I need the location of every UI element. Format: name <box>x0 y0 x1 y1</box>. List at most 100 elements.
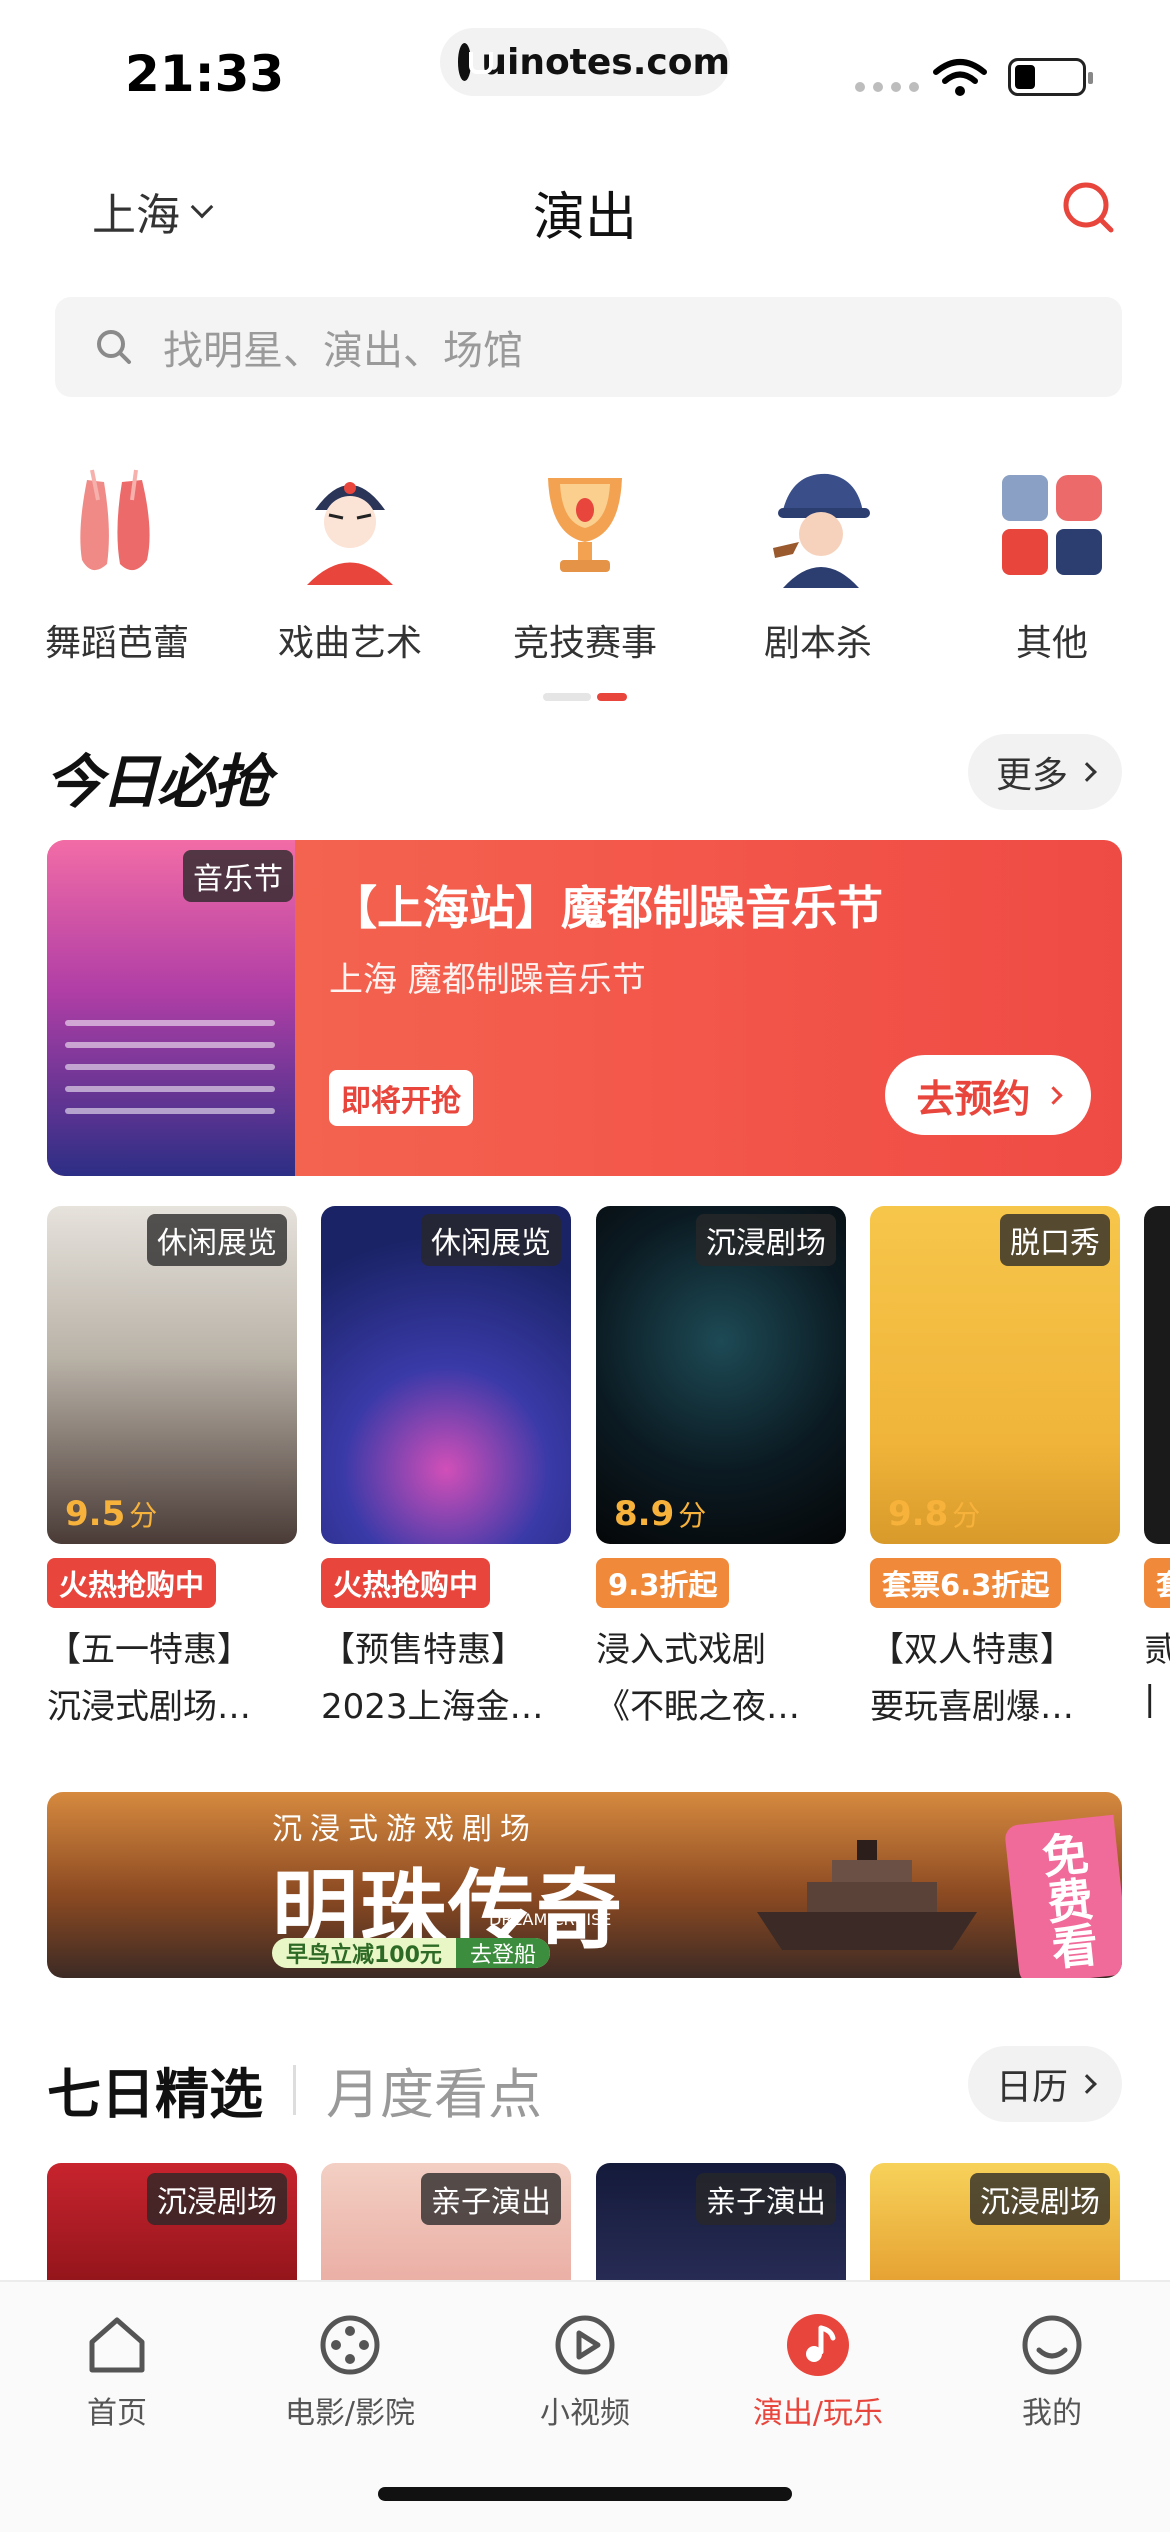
show-card[interactable]: 休闲展览 9.5 分 火热抢购中 【五一特惠】 沉浸式剧场… <box>47 1206 297 1726</box>
opera-mask-icon <box>307 482 393 585</box>
show-title-line1: 【五一特惠】 <box>47 1630 251 1670</box>
weekly-card[interactable]: 亲子演出 <box>321 2163 571 2283</box>
category-tag: 沉浸剧场 <box>696 1214 836 1266</box>
tab-label: 我的 <box>1022 2396 1082 2431</box>
home-indicator <box>378 2487 792 2501</box>
battery-icon <box>1008 58 1093 96</box>
tab-home[interactable]: 首页 <box>17 2312 217 2432</box>
ship-illustration <box>757 1840 977 1950</box>
show-title-line1: 【双人特惠】 <box>870 1630 1074 1670</box>
play-icon <box>555 2315 615 2375</box>
page-indicator <box>543 693 627 701</box>
tab-monthly[interactable]: 月度看点 <box>326 2050 542 2129</box>
featured-show-card[interactable]: 音乐节 【上海站】魔都制躁音乐节 上海 魔都制躁音乐节 即将开抢 去预约 <box>47 840 1122 1176</box>
status-time: 21:33 <box>125 45 285 103</box>
site-logo-icon <box>458 43 494 81</box>
category-label: 舞蹈芭蕾 <box>44 623 189 664</box>
show-title-line2: 要玩喜剧爆… <box>870 1687 1074 1726</box>
featured-subtitle: 上海 魔都制躁音乐节 <box>329 960 646 1000</box>
show-card[interactable]: 脱口秀 9.8 分 套票6.3折起 【双人特惠】 要玩喜剧爆… <box>870 1206 1120 1726</box>
film-reel-icon <box>320 2315 380 2375</box>
calendar-button[interactable]: 日历 <box>968 2046 1122 2122</box>
page-title: 演出 <box>532 188 637 248</box>
show-title-line2: 沉浸式剧场… <box>47 1687 251 1726</box>
category-tag: 脱口秀 <box>1000 1214 1110 1266</box>
show-card[interactable]: 沉浸剧场 8.9 分 9.3折起 浸入式戏剧 《不眠之夜… <box>596 1206 846 1726</box>
show-title-line2: 2023上海金… <box>321 1687 544 1726</box>
category-tag: 沉浸剧场 <box>970 2173 1110 2225</box>
category-label: 剧本杀 <box>763 623 872 664</box>
promo-badge: 火热抢购中 <box>47 1558 217 1608</box>
search-placeholder: 找明星、演出、场馆 <box>163 328 523 374</box>
free-watch-badge[interactable]: 免费看 <box>1003 1814 1122 1978</box>
promo-badge: 套票6.3折起 <box>870 1558 1062 1608</box>
home-icon <box>89 2317 145 2373</box>
banner-promo[interactable]: 早鸟立减100元 去登船 <box>272 1938 550 1968</box>
category-tag: 沉浸剧场 <box>147 2173 287 2225</box>
rating: 9.8 分 <box>888 1494 981 1534</box>
tab-label: 演出/玩乐 <box>752 2396 884 2431</box>
more-button[interactable]: 更多 <box>968 734 1122 810</box>
show-card[interactable]: 休闲展览 火热抢购中 【预售特惠】 2023上海金… <box>321 1206 571 1726</box>
search-icon <box>97 330 131 364</box>
tab-label: 首页 <box>87 2396 147 2431</box>
book-label: 去预约 <box>916 1076 1031 1121</box>
chevron-right-icon <box>1077 762 1097 782</box>
calendar-label: 日历 <box>995 2067 1068 2108</box>
tab-label: 小视频 <box>540 2396 630 2431</box>
url-pill[interactable]: uinotes.com <box>440 28 730 96</box>
category-tag: 休闲展览 <box>147 1214 287 1266</box>
category-ballet[interactable]: 舞蹈芭蕾 <box>17 460 217 666</box>
category-other[interactable]: 其他 <box>952 460 1152 666</box>
show-title-line2: 《不眠之夜… <box>596 1687 800 1726</box>
promo-banner[interactable]: 沉浸式游戏剧场 明珠传奇 DREAM CRUISE 早鸟立减100元 去登船 免… <box>47 1792 1122 1978</box>
show-poster: 脱口秀 9.8 分 <box>870 1206 1120 1544</box>
show-title-line2: | <box>1144 1679 1156 1719</box>
chevron-right-icon <box>1043 1085 1063 1105</box>
book-button[interactable]: 去预约 <box>885 1055 1091 1135</box>
category-label: 戏曲艺术 <box>277 623 422 664</box>
category-tag: 亲子演出 <box>696 2173 836 2225</box>
promo-badge: 9.3折起 <box>596 1558 730 1608</box>
promo-text: 早鸟立减100元 <box>286 1943 442 1968</box>
tab-video[interactable]: 小视频 <box>485 2312 685 2432</box>
category-label: 竞技赛事 <box>512 623 657 664</box>
tab-movie[interactable]: 电影/影院 <box>250 2312 450 2432</box>
tab-seven-days[interactable]: 七日精选 <box>47 2050 263 2129</box>
rating: 9.5 分 <box>65 1494 158 1534</box>
chevron-right-icon <box>1077 2074 1097 2094</box>
trophy-icon <box>548 478 622 572</box>
show-title-line1: 【预售特惠】 <box>321 1630 525 1670</box>
category-label: 其他 <box>1015 623 1088 664</box>
show-poster: 休闲展览 <box>321 1206 571 1544</box>
search-input[interactable]: 找明星、演出、场馆 <box>55 297 1122 397</box>
ballet-shoes-icon <box>80 469 150 571</box>
status-badge: 即将开抢 <box>329 1070 473 1126</box>
category-competition[interactable]: 竞技赛事 <box>485 460 685 666</box>
header: 上海 演出 <box>0 165 1170 255</box>
show-poster: 休闲展览 9.5 分 <box>47 1206 297 1544</box>
category-tag: 亲子演出 <box>421 2173 561 2225</box>
tab-profile[interactable]: 我的 <box>952 2312 1152 2432</box>
show-poster <box>1144 1206 1170 1544</box>
url-text: uinotes.com <box>481 41 730 83</box>
category-row: 舞蹈芭蕾 戏曲艺术 竞技赛事 剧本杀 其他 <box>0 460 1170 690</box>
promo-badge: 火热抢购中 <box>321 1558 491 1608</box>
search-icon[interactable] <box>1060 179 1116 235</box>
category-script-murder[interactable]: 剧本杀 <box>718 460 918 666</box>
weekly-card[interactable]: 亲子演出 <box>596 2163 846 2283</box>
show-poster: 沉浸剧场 8.9 分 <box>596 1206 846 1544</box>
weekly-card[interactable]: 沉浸剧场 <box>47 2163 297 2283</box>
more-label: 更多 <box>995 755 1068 796</box>
show-card[interactable]: 套 贰 | <box>1144 1206 1170 1719</box>
show-title-line1: 贰 <box>1144 1622 1170 1671</box>
rating: 8.9 分 <box>614 1494 707 1534</box>
weekly-card-row: 沉浸剧场 亲子演出 亲子演出 沉浸剧场 <box>0 2163 1170 2283</box>
tab-shows[interactable]: 演出/玩乐 <box>718 2312 918 2432</box>
show-title-line1: 浸入式戏剧 <box>596 1630 766 1670</box>
section-tabs: 七日精选 月度看点 <box>47 2050 542 2129</box>
signal-dots-icon <box>855 82 919 92</box>
weekly-card[interactable]: 沉浸剧场 <box>870 2163 1120 2283</box>
promo-action: 去登船 <box>455 1938 550 1968</box>
category-opera[interactable]: 戏曲艺术 <box>250 460 450 666</box>
